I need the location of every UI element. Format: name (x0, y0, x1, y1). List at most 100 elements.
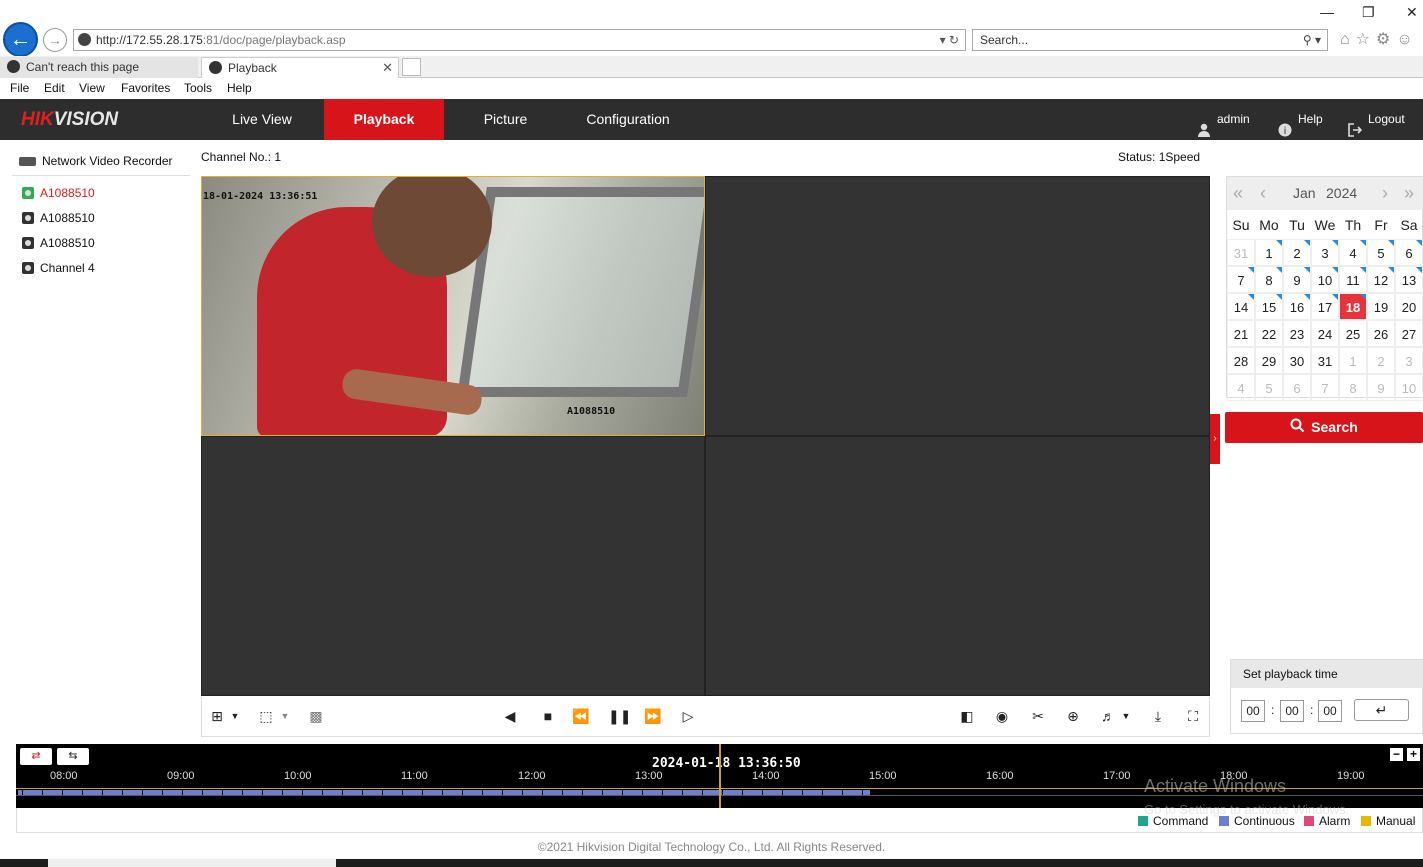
layout-dropdown-icon[interactable]: ▼ (226, 707, 244, 725)
calendar-day[interactable]: 6 (1283, 374, 1311, 401)
close-window-icon[interactable]: ✕ (1406, 4, 1418, 21)
calendar-day[interactable]: 12 (1367, 266, 1395, 293)
calendar-day[interactable]: 6 (1395, 239, 1423, 266)
zoom-in-icon[interactable]: ⊕ (1064, 707, 1082, 725)
calendar-day[interactable]: 31 (1227, 239, 1255, 266)
calendar-day[interactable]: 8 (1255, 266, 1283, 293)
reverse-play-icon[interactable]: ◀ (501, 707, 519, 725)
calendar-day[interactable]: 1 (1255, 239, 1283, 266)
calendar-day[interactable]: 31 (1311, 347, 1339, 374)
channel-item-3[interactable]: A1088510 (22, 236, 95, 250)
single-frame-icon[interactable]: ▷ (679, 707, 697, 725)
menu-edit[interactable]: Edit (44, 81, 65, 95)
minimize-icon[interactable]: — (1320, 4, 1334, 20)
favorites-star-icon[interactable]: ☆ (1356, 31, 1376, 48)
calendar-day[interactable]: 27 (1395, 320, 1423, 347)
second-input[interactable]: 00 (1318, 700, 1342, 722)
calendar-day[interactable]: 11 (1339, 266, 1367, 293)
calendar-day[interactable]: 10 (1311, 266, 1339, 293)
panel-toggle-button[interactable]: › (1210, 414, 1220, 464)
pause-icon[interactable]: ❚❚ (608, 707, 631, 725)
back-button[interactable]: ← (3, 22, 38, 57)
calendar-day[interactable]: 5 (1255, 374, 1283, 401)
scissors-icon[interactable]: ✂ (1029, 707, 1047, 725)
video-window-3[interactable] (201, 436, 705, 696)
calendar-day[interactable]: 5 (1367, 239, 1395, 266)
calendar-day[interactable]: 26 (1367, 320, 1395, 347)
prev-year-icon[interactable]: « (1233, 177, 1243, 210)
next-month-icon[interactable]: › (1382, 177, 1388, 210)
calendar-day[interactable]: 13 (1395, 266, 1423, 293)
video-window-1[interactable]: 18-01-2024 13:36:51 A1088510 (201, 176, 705, 436)
calendar-day[interactable]: 9 (1367, 374, 1395, 401)
calendar-day[interactable]: 19 (1367, 293, 1395, 320)
calendar-day[interactable]: 30 (1283, 347, 1311, 374)
audio-mute-icon[interactable]: ♬ (1099, 707, 1117, 725)
video-window-2[interactable] (705, 176, 1210, 436)
next-year-icon[interactable]: » (1404, 177, 1414, 210)
calendar-day[interactable]: 16 (1283, 293, 1311, 320)
fullscreen-icon[interactable]: ⛶ (1184, 707, 1202, 725)
tab-playback[interactable]: Playback ✕ (201, 57, 399, 78)
search-icon[interactable]: ⚲ ▾ (1303, 30, 1321, 50)
frame-select-icon[interactable]: ⬚ (257, 707, 275, 725)
channel-item-4[interactable]: Channel 4 (22, 261, 95, 275)
frame-dropdown-icon[interactable]: ▼ (276, 707, 294, 725)
channel-item-2[interactable]: A1088510 (22, 211, 95, 225)
browser-search-input[interactable]: Search... ⚲ ▾ (972, 29, 1328, 51)
clip-icon[interactable]: ◧ (958, 707, 976, 725)
calendar-day[interactable]: 3 (1311, 239, 1339, 266)
calendar-day[interactable]: 10 (1395, 374, 1423, 401)
calendar-day[interactable]: 25 (1339, 320, 1367, 347)
prev-month-icon[interactable]: ‹ (1260, 177, 1266, 210)
settings-gear-icon[interactable]: ⚙ (1376, 31, 1396, 48)
forward-button[interactable]: → (43, 28, 67, 52)
minute-input[interactable]: 00 (1280, 700, 1304, 722)
capture-camera-icon[interactable]: ◉ (993, 707, 1011, 725)
address-bar[interactable]: http://172.55.28.175:81/doc/page/playbac… (73, 29, 966, 51)
calendar-day[interactable]: 8 (1339, 374, 1367, 401)
zoom-out-timeline-icon[interactable]: − (1390, 748, 1403, 761)
slow-forward-icon[interactable]: ⏪ (572, 707, 590, 725)
calendar-day[interactable]: 20 (1395, 293, 1423, 320)
calendar-day[interactable]: 2 (1283, 239, 1311, 266)
menu-tools[interactable]: Tools (184, 81, 212, 95)
logout-link[interactable]: Logout (1348, 99, 1405, 140)
tab-cant-reach[interactable]: Can't reach this page (0, 57, 198, 78)
stop-icon[interactable]: ■ (539, 707, 557, 725)
calendar-day[interactable]: 22 (1255, 320, 1283, 347)
calendar-day[interactable]: 9 (1283, 266, 1311, 293)
restore-icon[interactable]: ❐ (1362, 4, 1375, 21)
calendar-day[interactable]: 29 (1255, 347, 1283, 374)
calendar-day[interactable]: 15 (1255, 293, 1283, 320)
window-layout-icon[interactable]: ⊞ (208, 707, 226, 725)
hour-input[interactable]: 00 (1241, 700, 1265, 722)
nav-playback[interactable]: Playback (324, 99, 444, 140)
user-menu[interactable]: admin (1197, 99, 1250, 140)
calendar-day[interactable]: 18 (1339, 293, 1367, 320)
calendar-day[interactable]: 7 (1311, 374, 1339, 401)
calendar-day[interactable]: 21 (1227, 320, 1255, 347)
tab-close-icon[interactable]: ✕ (382, 58, 393, 78)
calendar-day[interactable]: 23 (1283, 320, 1311, 347)
smiley-icon[interactable]: ☺ (1396, 31, 1418, 48)
search-button[interactable]: Search (1225, 412, 1423, 443)
async-playback-icon[interactable]: ⇆ (57, 748, 89, 765)
nav-configuration[interactable]: Configuration (567, 99, 689, 140)
calendar-day[interactable]: 4 (1227, 374, 1255, 401)
calendar-day[interactable]: 3 (1395, 347, 1423, 374)
device-tree-title[interactable]: Network Video Recorder (19, 154, 173, 168)
timeline-cursor[interactable] (719, 744, 721, 808)
fast-forward-icon[interactable]: ⏩ (644, 707, 662, 725)
menu-file[interactable]: File (10, 81, 29, 95)
download-icon[interactable]: ⤓ (1149, 707, 1167, 725)
channel-item-1[interactable]: A1088510 (22, 186, 95, 200)
video-window-4[interactable] (705, 436, 1210, 696)
help-link[interactable]: i Help (1278, 99, 1323, 140)
calendar-day[interactable]: 2 (1367, 347, 1395, 374)
enter-icon[interactable]: ↵ (1354, 699, 1409, 721)
calendar-day[interactable]: 24 (1311, 320, 1339, 347)
calendar-day[interactable]: 1 (1339, 347, 1367, 374)
refresh-icon[interactable]: ▾ ↻ (940, 30, 959, 50)
audio-dropdown-icon[interactable]: ▼ (1117, 707, 1135, 725)
